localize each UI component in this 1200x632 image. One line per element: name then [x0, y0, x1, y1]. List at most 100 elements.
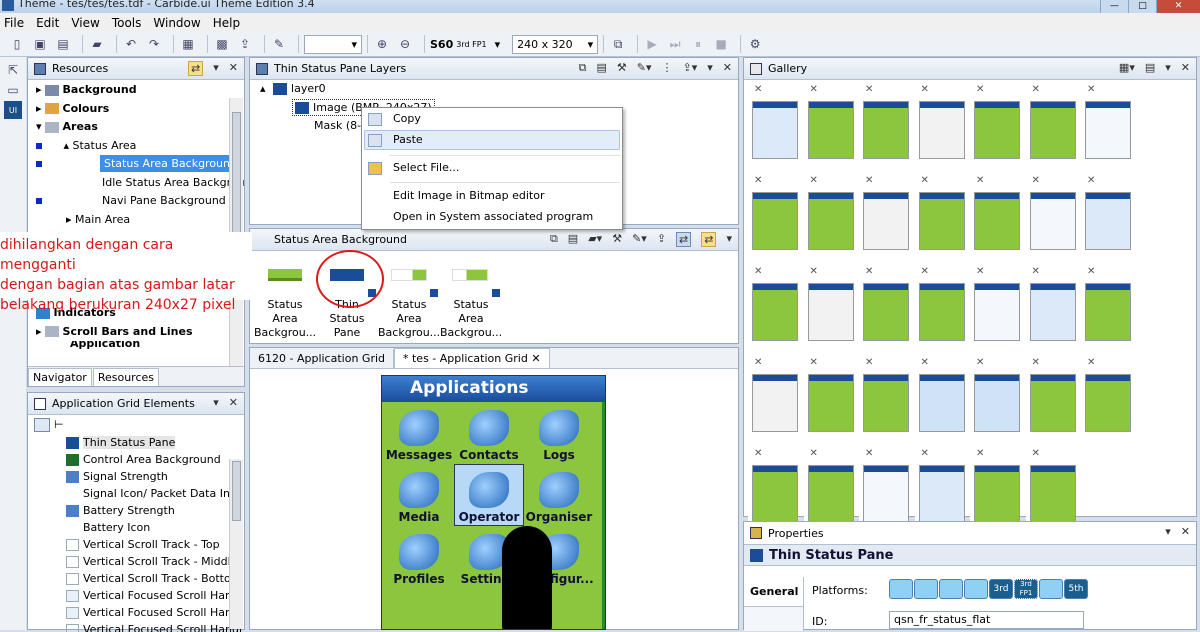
layout-icon[interactable]: ▦▾ — [1119, 61, 1135, 74]
gallery-thumbnail[interactable]: ✕ — [803, 175, 854, 253]
zoom-combo[interactable]: ▾ — [304, 34, 362, 54]
perspective-resources-icon[interactable]: ▭ — [4, 81, 22, 99]
export-icon[interactable]: ⇪ — [236, 35, 254, 53]
remove-icon[interactable]: ✕ — [754, 448, 762, 459]
menu-item-edit-bitmap[interactable]: Edit Image in Bitmap editor — [393, 187, 545, 205]
view-menu-icon[interactable]: ▾ — [213, 61, 219, 76]
close-view-icon[interactable]: ✕ — [229, 61, 238, 76]
tree-item-areas[interactable]: ▾ Areas — [28, 118, 244, 137]
gallery-thumbnail[interactable]: ✕ — [1025, 357, 1076, 435]
platform-btn-3[interactable] — [939, 579, 963, 599]
export-icon[interactable]: ⇪ — [657, 232, 666, 247]
menu-file[interactable]: File — [4, 16, 24, 30]
gallery-thumbnail[interactable]: ✕ — [859, 357, 909, 435]
thumb-status-area-4[interactable] — [452, 269, 488, 281]
app-contacts[interactable]: Contacts — [454, 410, 524, 462]
tab-tes-grid[interactable]: * tes - Application Grid ✕ — [394, 348, 550, 368]
play-icon[interactable]: ▶ — [643, 35, 661, 53]
thumb-status-area-3[interactable] — [391, 269, 427, 281]
package-icon[interactable]: ▩ — [213, 35, 231, 53]
close-view-icon[interactable]: ✕ — [1181, 61, 1190, 74]
platform-btn-4[interactable] — [964, 579, 988, 599]
brush-icon[interactable]: ✎ — [270, 35, 288, 53]
menu-item-select-file[interactable]: Select File... — [393, 159, 459, 177]
menu-help[interactable]: Help — [213, 16, 240, 30]
stop-icon[interactable]: ■ — [712, 35, 730, 53]
platform-dropdown-icon[interactable]: ▾ — [495, 38, 501, 51]
palette-icon[interactable]: ▦ — [179, 35, 197, 53]
remove-icon[interactable]: ✕ — [865, 175, 873, 186]
remove-icon[interactable]: ✕ — [810, 266, 818, 277]
grid-view-icon[interactable]: ▤ — [1145, 61, 1155, 74]
phone-preview[interactable]: Applications Messages Contacts Logs Medi… — [381, 375, 606, 630]
remove-icon[interactable]: ✕ — [921, 357, 929, 368]
gallery-thumbnail[interactable]: ✕ — [914, 84, 965, 162]
element-vscroll-bottom[interactable]: Vertical Scroll Track - Bottom — [28, 571, 244, 588]
remove-icon[interactable]: ✕ — [1032, 84, 1040, 95]
gallery-thumbnail[interactable]: ✕ — [1025, 266, 1076, 344]
gallery-thumbnail[interactable]: ✕ — [859, 448, 909, 526]
close-view-icon[interactable]: ✕ — [229, 396, 238, 409]
remove-icon[interactable]: ✕ — [810, 448, 818, 459]
element-vfocused-1[interactable]: Vertical Focused Scroll Handl — [28, 588, 244, 605]
remove-icon[interactable]: ✕ — [1087, 84, 1095, 95]
menu-item-copy[interactable]: Copy — [393, 110, 421, 128]
zoom-in-icon[interactable]: ⊕ — [373, 35, 391, 53]
sync-icon[interactable]: ⇄ — [188, 61, 204, 76]
gallery-thumbnail[interactable]: ✕ — [803, 357, 854, 435]
view-menu-icon[interactable]: ▾ — [1165, 61, 1171, 74]
gallery-thumbnail[interactable]: ✕ — [970, 357, 1020, 435]
print-icon[interactable]: ▤ — [54, 35, 72, 53]
gallery-thumbnail[interactable]: ✕ — [970, 84, 1020, 162]
gallery-thumbnail[interactable]: ✕ — [803, 84, 854, 162]
gallery-thumbnail[interactable]: ✕ — [914, 175, 965, 253]
layer-node[interactable]: ▴ layer0 — [260, 82, 326, 95]
tree-item-idle-status-area[interactable]: Idle Status Area Backgroun — [28, 174, 244, 193]
tree-item-status-area-background[interactable]: Status Area Background — [28, 155, 244, 174]
remove-icon[interactable]: ✕ — [976, 357, 984, 368]
tab-6120-grid[interactable]: 6120 - Application Grid — [250, 349, 394, 368]
remove-icon[interactable]: ✕ — [810, 84, 818, 95]
remove-icon[interactable]: ✕ — [754, 175, 762, 186]
export-icon[interactable]: ⇪▾ — [683, 61, 698, 75]
gallery-thumbnail[interactable]: ✕ — [1025, 448, 1076, 526]
tab-navigator[interactable]: Navigator — [28, 368, 92, 386]
menu-tools[interactable]: Tools — [112, 16, 142, 30]
gallery-thumbnail[interactable]: ✕ — [1081, 357, 1131, 435]
remove-icon[interactable]: ✕ — [865, 448, 873, 459]
menu-item-open-system[interactable]: Open in System associated program — [393, 208, 593, 226]
paste-icon[interactable]: ▤ — [596, 61, 606, 75]
close-view-icon[interactable]: ✕ — [723, 61, 732, 75]
minimize-button[interactable]: — — [1100, 0, 1128, 13]
copy-icon[interactable]: ⧉ — [579, 61, 587, 75]
gallery-thumbnail[interactable]: ✕ — [803, 266, 854, 344]
tree-item-scroll-bars[interactable]: ▸ Scroll Bars and Lines — [28, 323, 232, 342]
layers-menu-icon[interactable]: ⋮ — [662, 61, 673, 75]
settings-icon[interactable]: ⚙ — [746, 35, 764, 53]
gallery-thumbnail[interactable]: ✕ — [859, 266, 909, 344]
view-menu-icon[interactable]: ▾ — [707, 61, 713, 75]
tree-item-main-area[interactable]: ▸ Main Area — [28, 211, 244, 230]
pause-icon[interactable]: ⏸ — [689, 35, 707, 53]
edit-icon[interactable]: ✎▾ — [632, 232, 647, 247]
element-battery-strength[interactable]: Battery Strength — [28, 503, 244, 520]
gallery-thumbnail[interactable]: ✕ — [748, 84, 798, 162]
link-icon[interactable]: ⇄ — [701, 232, 717, 247]
open-folder-icon[interactable]: ▰ — [88, 35, 106, 53]
tree-view-icon[interactable]: ⊢ — [54, 418, 70, 432]
remove-icon[interactable]: ✕ — [865, 266, 873, 277]
gallery-thumbnail[interactable]: ✕ — [859, 175, 909, 253]
view-menu-icon[interactable]: ▾ — [213, 396, 219, 409]
remove-icon[interactable]: ✕ — [921, 266, 929, 277]
element-thin-status-pane[interactable]: Thin Status Pane — [28, 435, 244, 452]
close-view-icon[interactable]: ✕ — [1181, 525, 1190, 538]
remove-icon[interactable]: ✕ — [1087, 175, 1095, 186]
scroll-thumb[interactable] — [232, 112, 241, 252]
element-vfocused-3[interactable]: Vertical Focused Scroll Handl — [28, 622, 244, 632]
remove-icon[interactable]: ✕ — [1032, 357, 1040, 368]
close-tab-icon[interactable]: ✕ — [531, 352, 540, 365]
remove-icon[interactable]: ✕ — [1087, 357, 1095, 368]
remove-icon[interactable]: ✕ — [1032, 448, 1040, 459]
resolution-combo[interactable]: 240 x 320 ▾ — [512, 34, 599, 54]
app-logs[interactable]: Logs — [524, 410, 594, 462]
